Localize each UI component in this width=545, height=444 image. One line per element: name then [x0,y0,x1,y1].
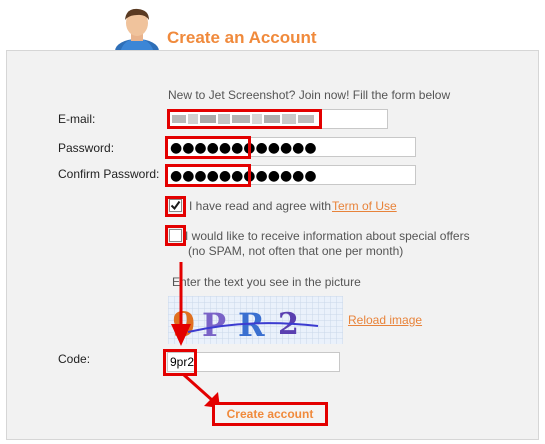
confirm-password-label: Confirm Password: [58,167,160,181]
terms-link[interactable]: Term of Use [332,199,397,213]
captcha-image: 9 P R 2 [168,296,343,344]
svg-text:R: R [238,306,265,344]
captcha-prompt: Enter the text you see in the picture [172,275,361,289]
email-label: E-mail: [58,112,96,126]
email-highlight [167,109,322,129]
down-arrow-icon [171,262,191,346]
password-label: Password: [58,141,115,155]
confirm-password-highlight [165,164,251,187]
offers-text-line2: (no SPAM, not often that one per month) [188,244,404,258]
page-title: Create an Account [167,28,317,47]
agree-highlight [165,196,186,217]
offers-highlight [165,225,186,246]
password-highlight [165,136,251,159]
intro-text: New to Jet Screenshot? Join now! Fill th… [168,88,451,102]
reload-image-link[interactable]: Reload image [348,313,422,327]
code-label: Code: [58,352,91,366]
offers-text-line1: I would like to receive information abou… [185,229,470,243]
agree-text: I have read and agree with [189,199,332,213]
create-account-button[interactable]: Create account [212,402,328,426]
